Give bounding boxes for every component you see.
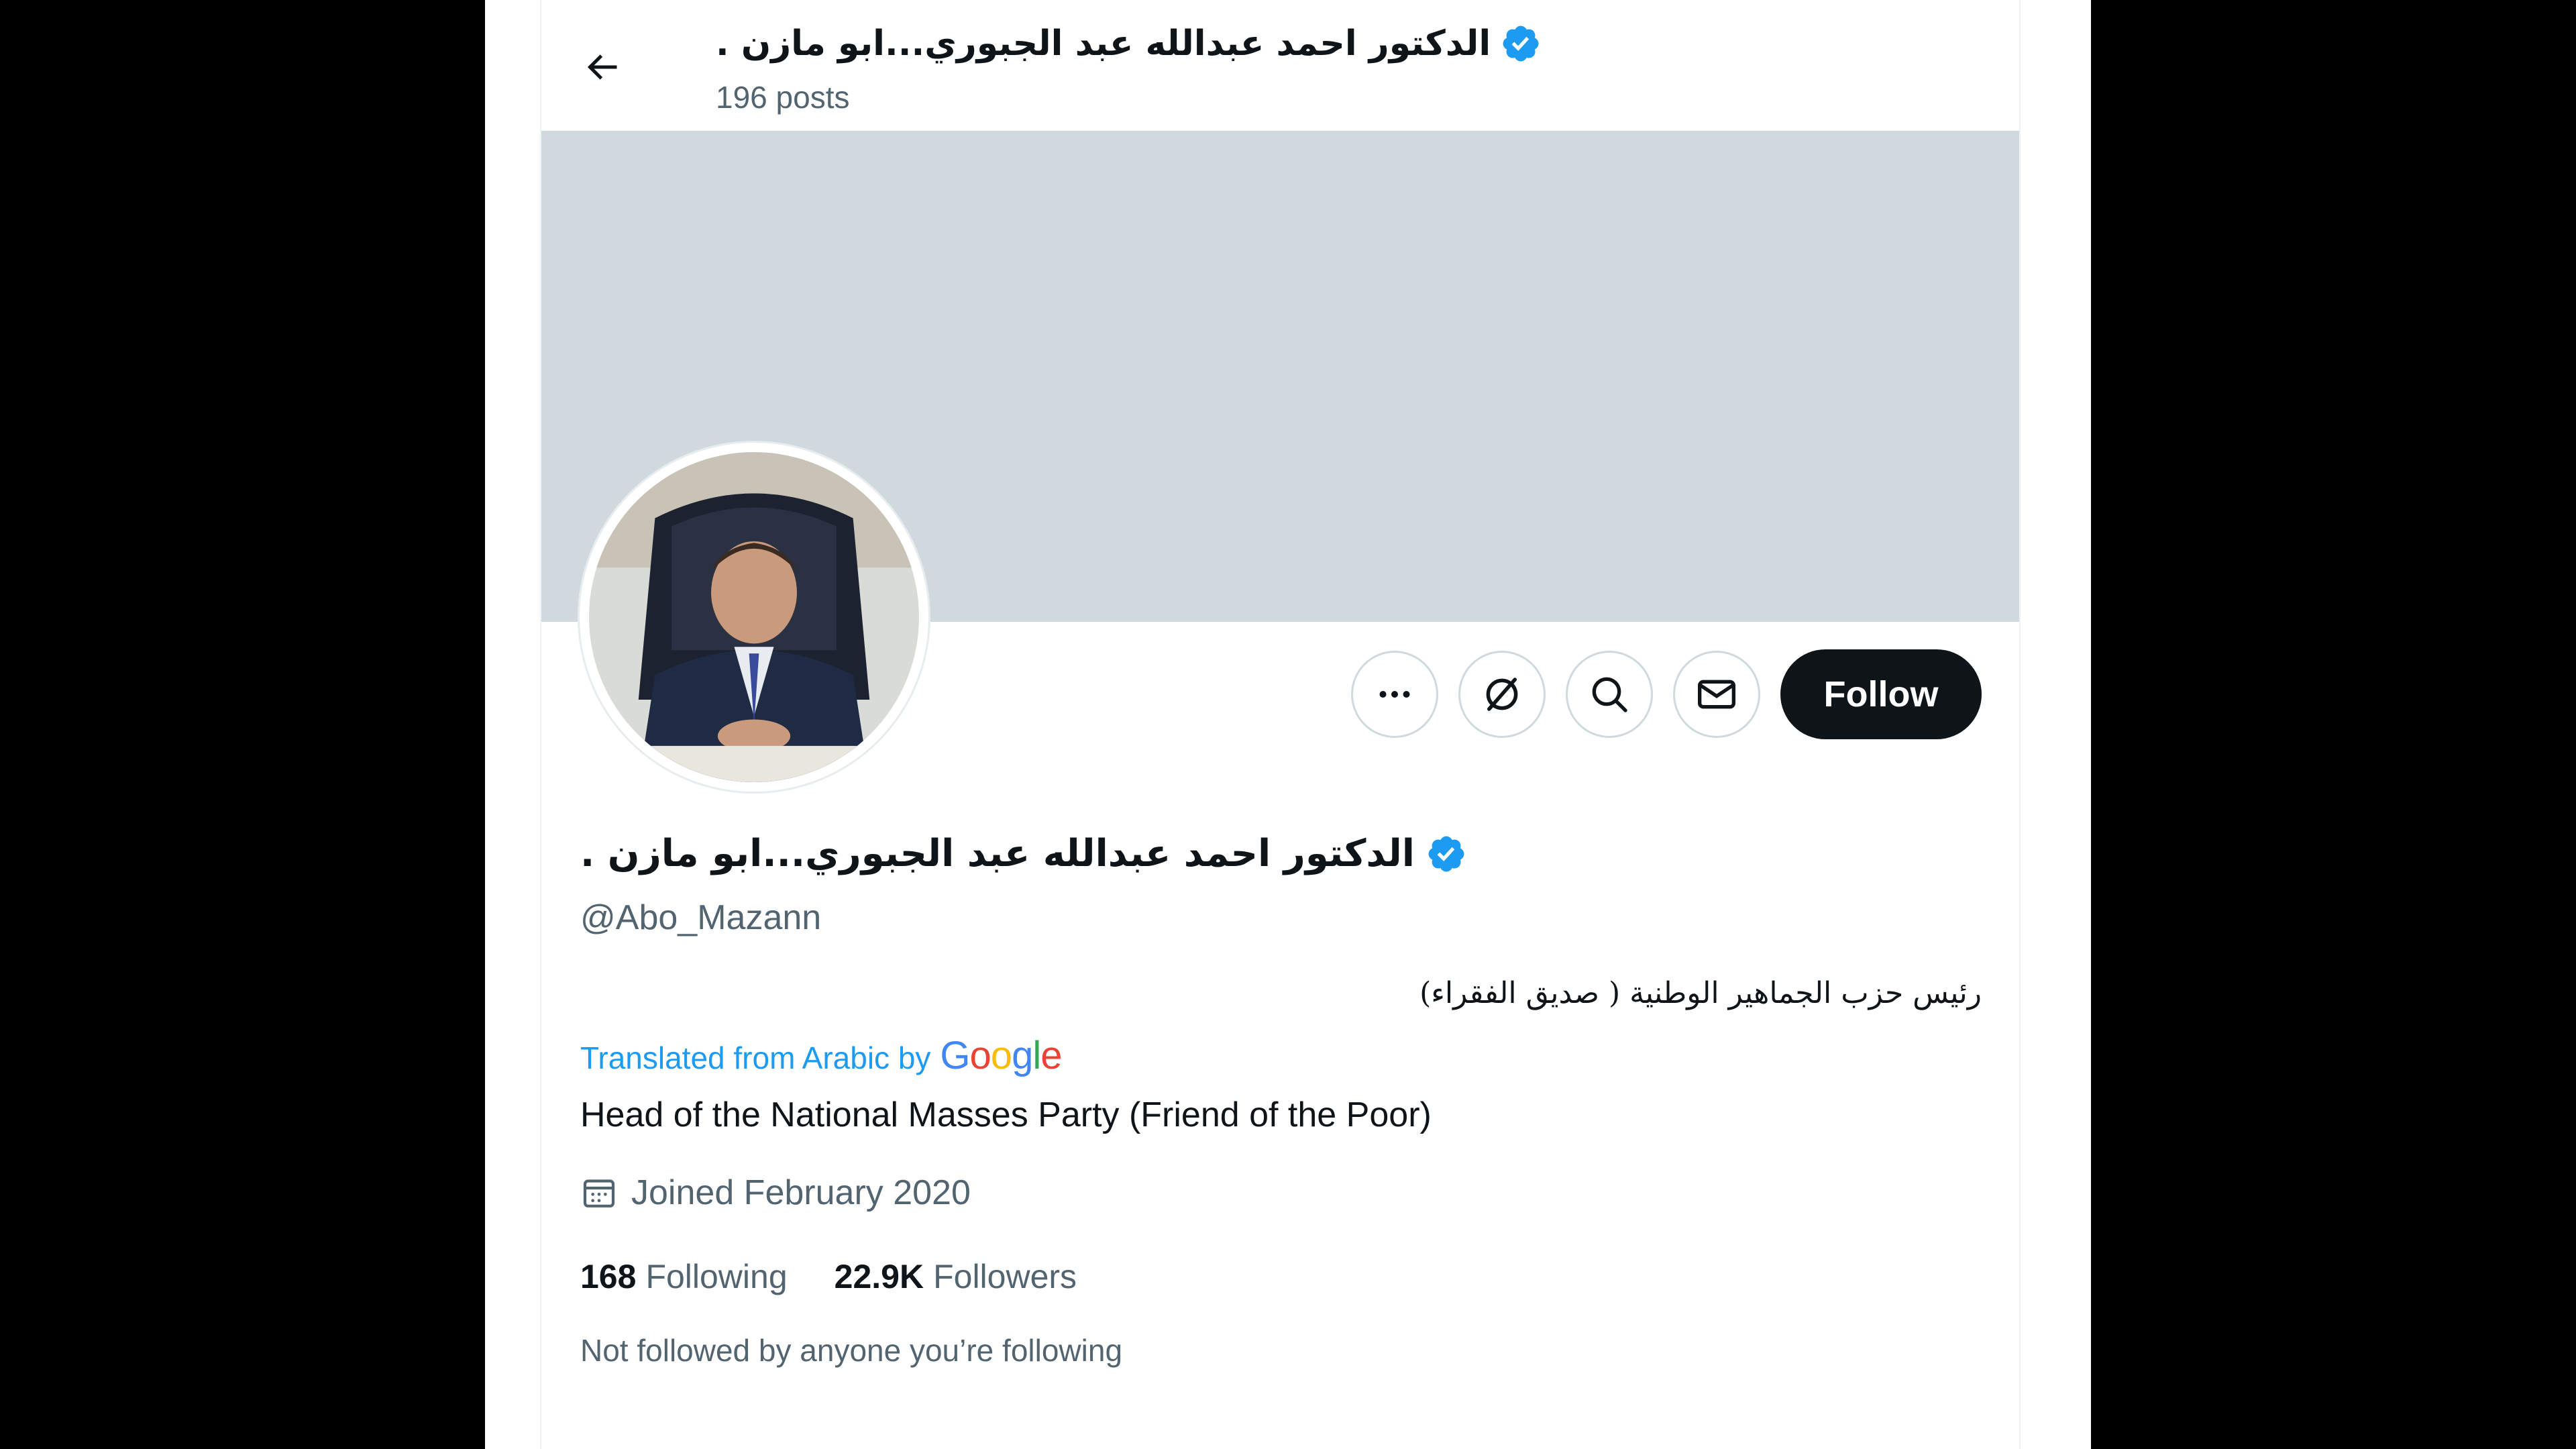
header-title: الدكتور احمد عبدالله عبد الجبوري...ابو م… — [716, 13, 1542, 74]
posts-count: 196 posts — [716, 80, 850, 115]
follow-button[interactable]: Follow — [1780, 649, 1982, 739]
verified-badge-icon[interactable] — [1500, 23, 1542, 64]
bio-original: رئيس حزب الجماهير الوطنية ( صديق الفقراء… — [1419, 976, 1982, 1010]
display-name: الدكتور احمد عبدالله عبد الجبوري...ابو م… — [580, 832, 1467, 875]
display-name-text: الدكتور احمد عبدالله عبد الجبوري...ابو م… — [580, 832, 1415, 875]
avatar-photo — [589, 452, 919, 782]
calendar-icon — [583, 1179, 615, 1208]
profile-column: الدكتور احمد عبدالله عبد الجبوري...ابو م… — [540, 0, 2021, 1449]
followers-link[interactable]: 22.9K Followers — [835, 1257, 1077, 1296]
joined-text: Joined February 2020 — [631, 1173, 971, 1212]
translated-attribution[interactable]: Translated from Arabic by Google — [580, 1033, 1062, 1078]
followers-count: 22.9K — [834, 1258, 924, 1295]
following-label: Following — [645, 1258, 788, 1295]
follow-stats: 168 Following 22.9K Followers — [580, 1257, 1077, 1296]
envelope-icon — [1698, 680, 1735, 709]
back-arrow-icon — [587, 54, 617, 80]
screen: الدكتور احمد عبدالله عبد الجبوري...ابو م… — [0, 0, 2576, 1449]
grok-icon — [1486, 678, 1518, 711]
verified-badge-icon[interactable] — [1426, 833, 1467, 875]
grok-button[interactable] — [1458, 651, 1546, 738]
bio-translated: Head of the National Masses Party (Frien… — [580, 1095, 1432, 1134]
message-button[interactable] — [1673, 651, 1760, 738]
header-name: الدكتور احمد عبدالله عبد الجبوري...ابو م… — [716, 23, 1491, 64]
profile-actions: Follow — [1351, 649, 1982, 739]
not-followed-note: Not followed by anyone you’re following — [580, 1333, 1123, 1368]
joined-date: Joined February 2020 — [580, 1173, 971, 1213]
more-button[interactable] — [1351, 651, 1438, 738]
translated-prefix: Translated from Arabic by — [580, 1040, 931, 1075]
handle: @Abo_Mazann — [580, 898, 822, 937]
following-link[interactable]: 168 Following — [580, 1257, 788, 1296]
search-icon — [1592, 677, 1627, 712]
more-horizontal-icon — [1379, 691, 1410, 698]
avatar[interactable] — [580, 443, 928, 792]
search-profile-button[interactable] — [1566, 651, 1653, 738]
followers-label: Followers — [933, 1258, 1077, 1295]
profile-page: الدكتور احمد عبدالله عبد الجبوري...ابو م… — [485, 0, 2091, 1449]
following-count: 168 — [580, 1258, 637, 1295]
back-button[interactable] — [575, 40, 629, 94]
google-logo: Google — [940, 1034, 1062, 1077]
